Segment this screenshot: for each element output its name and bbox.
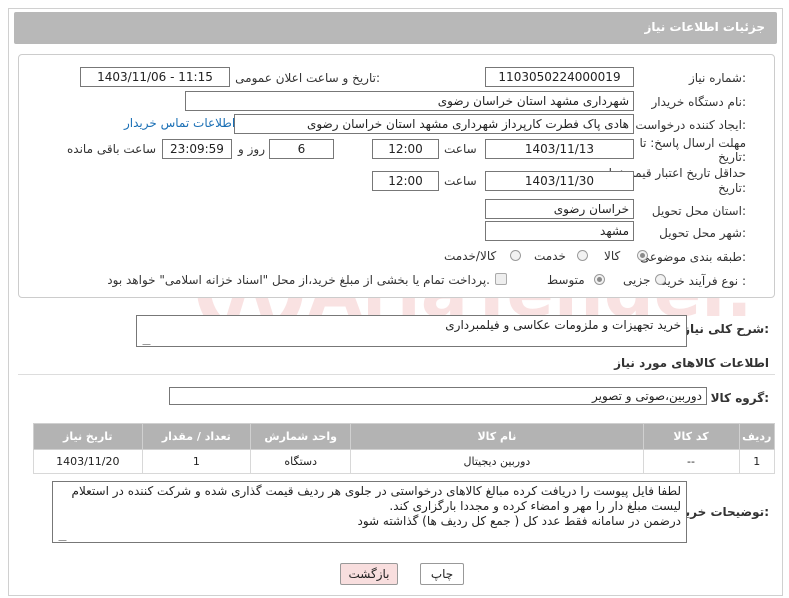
section-divider <box>18 374 775 375</box>
item-group-field: دوربین،صوتی و تصویر <box>169 387 707 405</box>
buyer-org-field: شهرداری مشهد استان خراسان رضوی <box>185 91 634 111</box>
buyer-notes-line: لیست مبلغ دار را مهر و امضاء کرده و مجدد… <box>389 499 681 513</box>
remaining-time-field: 23:09:59 <box>162 139 232 159</box>
resize-grip-icon[interactable] <box>51 533 67 541</box>
col-header-need-date: تاریخ نیاز <box>33 423 143 450</box>
page-title-bar: جزئیات اطلاعات نیاز <box>14 12 777 44</box>
buyer-notes-line: لطفا فایل پیوست را دریافت کرده مبالغ کال… <box>71 484 681 498</box>
need-number-label: شماره نیاز: <box>688 71 746 85</box>
cell-row-number: 1 <box>738 449 776 474</box>
col-header-unit: واحد شمارش <box>250 423 352 450</box>
cell-quantity: 1 <box>141 449 252 474</box>
process-label: نوع فرآیند خرید : <box>661 274 746 288</box>
city-label: شهر محل تحویل: <box>659 226 746 240</box>
category-goods-label: کالا <box>604 249 621 263</box>
process-minor-radio[interactable] <box>655 274 666 285</box>
cell-item-name: دوربین دیجیتال <box>350 449 644 474</box>
print-button[interactable]: چاپ <box>420 563 464 585</box>
process-medium-label: متوسط <box>547 273 585 287</box>
deadline-label-line1: مهلت ارسال پاسخ: تا <box>639 136 746 150</box>
cell-unit: دستگاه <box>250 449 352 474</box>
items-section-title: اطلاعات کالاهای مورد نیاز <box>614 356 769 370</box>
category-label: طبقه بندی موضوعی: <box>639 250 746 264</box>
summary-field: خرید تجهیزات و ملزومات عکاسی و فیلمبردار… <box>135 315 687 347</box>
col-header-row-number: ردیف <box>738 423 776 450</box>
buyer-org-label: نام دستگاه خریدار: <box>651 95 747 109</box>
page-title: جزئیات اطلاعات نیاز <box>644 20 765 34</box>
summary-text: خرید تجهیزات و ملزومات عکاسی و فیلمبردار… <box>445 318 681 332</box>
resize-grip-icon[interactable] <box>135 337 151 345</box>
creator-field: هادی پاک فطرت کارپرداز شهرداری مشهد استا… <box>234 114 634 134</box>
table-row: 1 -- دوربین دیجیتال دستگاه 1 1403/11/20 <box>33 449 776 474</box>
announce-label: تاریخ و ساعت اعلان عمومی: <box>235 71 380 85</box>
buyer-notes-field: لطفا فایل پیوست را دریافت کرده مبالغ کال… <box>51 481 687 543</box>
min-price-time-field: 12:00 <box>372 171 439 191</box>
city-field: مشهد <box>485 221 634 241</box>
treasury-checkbox[interactable] <box>495 273 507 285</box>
cell-need-date: 1403/11/20 <box>33 449 143 474</box>
process-medium-radio[interactable] <box>594 274 605 285</box>
min-price-date-field: 1403/11/30 <box>485 171 634 191</box>
need-number-field: 1103050224000019 <box>485 67 634 87</box>
deadline-label-line2: تاریخ: <box>718 150 746 164</box>
category-service-radio[interactable] <box>577 250 588 261</box>
announce-field: 1403/11/06 - 11:15 <box>80 67 230 87</box>
category-both-radio[interactable] <box>510 250 521 261</box>
payment-note: پرداخت تمام یا بخشی از مبلغ خرید،از محل … <box>107 273 490 287</box>
days-field: 6 <box>269 139 334 159</box>
min-price-time-label: ساعت <box>444 174 477 188</box>
category-goods-radio[interactable] <box>637 250 648 261</box>
deadline-time-field: 12:00 <box>372 139 439 159</box>
creator-label: ایجاد کننده درخواست: <box>635 118 746 132</box>
summary-label: شرح کلی نیاز: <box>683 322 769 336</box>
deadline-time-label: ساعت <box>444 142 477 156</box>
buyer-notes-line: درضمن در سامانه فقط عدد کل ( جمع کل ردیف… <box>357 514 681 528</box>
province-label: استان محل تحویل: <box>651 204 746 218</box>
col-header-quantity: تعداد / مقدار <box>141 423 252 450</box>
items-table: ردیف کد کالا نام کالا واحد شمارش تعداد /… <box>33 423 776 474</box>
category-service-label: خدمت <box>534 249 566 263</box>
process-minor-label: جزیی <box>623 273 651 287</box>
deadline-date-field: 1403/11/13 <box>485 139 634 159</box>
back-button[interactable]: بازگشت <box>340 563 398 585</box>
table-header-row: ردیف کد کالا نام کالا واحد شمارش تعداد /… <box>33 423 776 450</box>
col-header-item-code: کد کالا <box>642 423 740 450</box>
days-word: روز و <box>238 142 265 156</box>
contact-buyer-link[interactable]: اطلاعات تماس خریدار <box>124 116 235 130</box>
min-price-label-line2: تاریخ: <box>718 181 746 195</box>
province-field: خراسان رضوی <box>485 199 634 219</box>
item-group-label: گروه کالا: <box>710 391 769 405</box>
category-both-label: کالا/خدمت <box>444 249 497 263</box>
remaining-word: ساعت باقی مانده <box>67 142 157 156</box>
col-header-item-name: نام کالا <box>350 423 644 450</box>
cell-item-code: -- <box>642 449 740 474</box>
